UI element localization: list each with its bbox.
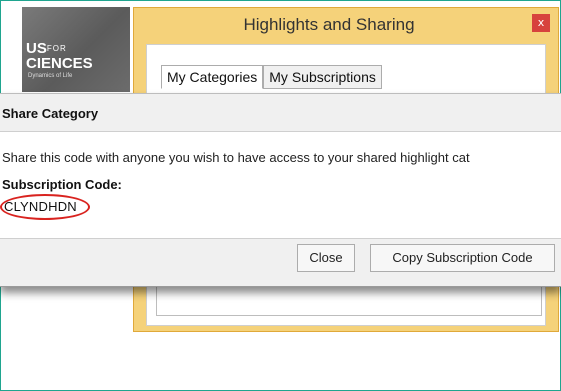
dialog-title: Share Category [2, 106, 99, 121]
logo-text-small: FOR [46, 44, 67, 53]
window-close-button[interactable]: x [532, 14, 550, 32]
logo-text-line3: Dynamics of Life [28, 73, 73, 79]
tab-my-subscriptions[interactable]: My Subscriptions [263, 65, 382, 89]
window-title: Highlights and Sharing [243, 15, 415, 34]
dialog-body: Share this code with anyone you wish to … [0, 131, 561, 239]
copy-subscription-code-button[interactable]: Copy Subscription Code [370, 244, 555, 272]
subscription-code-label: Subscription Code: [2, 177, 122, 192]
share-instructions-text: Share this code with anyone you wish to … [2, 150, 470, 165]
logo-text-line2: CIENCES [26, 55, 93, 72]
share-category-dialog: Share Category Share this code with anyo… [0, 93, 561, 287]
tab-bar: My Categories My Subscriptions [161, 65, 382, 89]
close-button[interactable]: Close [297, 244, 355, 272]
annotation-circle [0, 194, 90, 220]
app-logo: USFOR CIENCES Dynamics of Life [22, 7, 130, 92]
tab-my-categories[interactable]: My Categories [161, 65, 264, 89]
